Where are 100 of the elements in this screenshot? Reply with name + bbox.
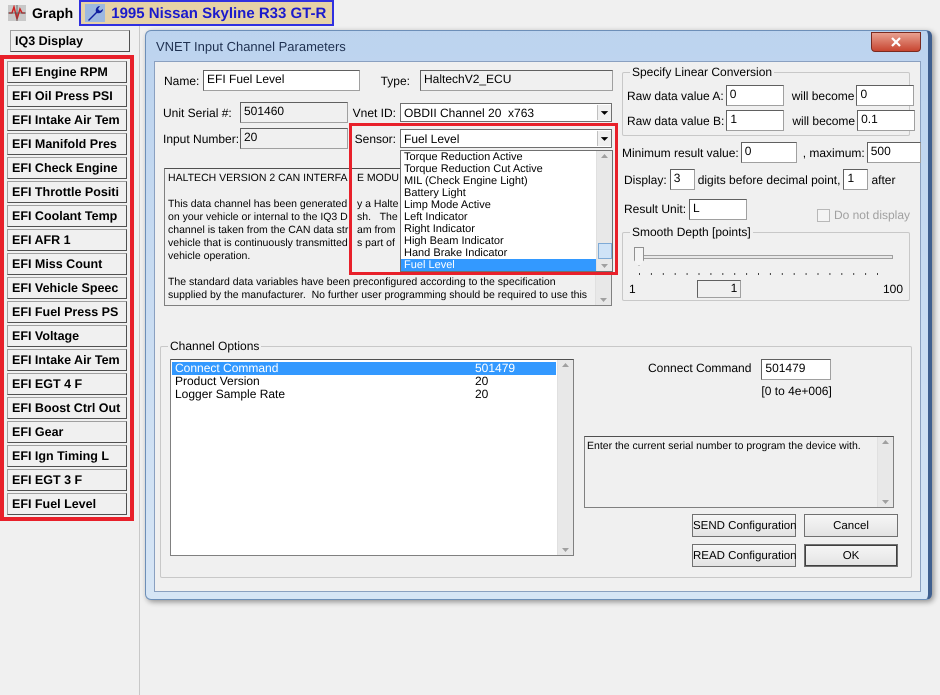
- type-field: HaltechV2_ECU: [420, 70, 613, 91]
- channel-button[interactable]: EFI Engine RPM: [7, 61, 127, 83]
- description-text: supplied by the manufacturer. No further user programming should be required to use this: [168, 289, 588, 302]
- description-text: am from: [357, 224, 396, 237]
- arrow-down-icon[interactable]: [599, 297, 608, 303]
- send-configuration-button[interactable]: SEND Configuration: [692, 514, 796, 537]
- channel-button[interactable]: EFI Vehicle Speec: [7, 277, 127, 299]
- connect-command-field[interactable]: 501479: [761, 359, 832, 380]
- minimum-field[interactable]: 0: [740, 142, 797, 163]
- description-text: The standard data variables have been preconfigured according to the specification: [168, 276, 556, 289]
- channel-button[interactable]: EFI Manifold Pres: [7, 133, 127, 155]
- name-field[interactable]: EFI Fuel Level: [203, 70, 360, 91]
- option-value: 501479: [474, 362, 516, 375]
- serial-field: 501460: [240, 102, 348, 123]
- field-label: Display:: [624, 172, 667, 186]
- channel-button[interactable]: EFI Fuel Press PS: [7, 301, 127, 323]
- option-name: Logger Sample Rate: [174, 388, 286, 401]
- channel-button[interactable]: EFI Voltage: [7, 325, 127, 347]
- channel-button[interactable]: EFI Intake Air Tem: [7, 349, 127, 371]
- description-text: This data channel has been generated: [168, 198, 348, 211]
- option-value: 20: [474, 375, 490, 388]
- close-button[interactable]: [871, 32, 921, 52]
- description-text: sh. The: [357, 211, 398, 224]
- description-text: HALTECH VERSION 2 CAN INTERFA: [168, 172, 349, 185]
- slider-value-field: 1: [697, 280, 742, 298]
- description-text: s part of: [357, 237, 395, 250]
- description-text: channel is taken from the CAN data str: [168, 224, 349, 237]
- description-text: E MODU: [357, 172, 399, 185]
- wrench-icon: [85, 4, 106, 22]
- channel-button[interactable]: EFI Throttle Positi: [7, 181, 127, 203]
- field-label: , maximum:: [802, 146, 865, 160]
- digits-after-field[interactable]: 1: [843, 169, 868, 190]
- option-name: Product Version: [174, 375, 261, 388]
- arrow-up-icon[interactable]: [881, 439, 890, 445]
- field-label: digits before decimal point,: [698, 172, 840, 186]
- caret-icon: [597, 131, 611, 146]
- field-label: will become: [792, 114, 856, 128]
- raw-value-field[interactable]: 1: [726, 110, 784, 131]
- close-icon: [891, 37, 901, 47]
- channel-button[interactable]: EFI Miss Count: [7, 253, 127, 275]
- channel-button[interactable]: EFI EGT 4 F: [7, 373, 127, 395]
- field-label: Name:: [164, 74, 200, 88]
- channel-button[interactable]: EFI Check Engine: [7, 157, 127, 179]
- field-label: Raw data value A:: [627, 88, 724, 102]
- field-label: will become: [792, 88, 854, 102]
- channel-button[interactable]: EFI EGT 3 F: [7, 469, 127, 491]
- channel-button[interactable]: EFI Intake Air Tem: [7, 109, 127, 131]
- description-text: vehicle operation.: [168, 250, 250, 263]
- maximum-field[interactable]: 500: [866, 142, 921, 163]
- slider-thumb[interactable]: [634, 247, 644, 266]
- checkbox-label: Do not display: [834, 208, 910, 222]
- option-name: Connect Command: [174, 362, 280, 375]
- channel-button[interactable]: EFI Boost Ctrl Out: [7, 397, 127, 419]
- sensor-dropdown[interactable]: Fuel Level: [400, 129, 612, 148]
- window-title: VNET Input Channel Parameters: [155, 38, 346, 54]
- raw-value-field[interactable]: 0: [726, 85, 784, 106]
- description-text: on your vehicle or internal to the IQ3 D: [168, 211, 349, 224]
- input-number-field: 20: [240, 128, 348, 149]
- scrollbar[interactable]: [557, 360, 573, 555]
- arrow-up-icon[interactable]: [600, 153, 609, 159]
- channel-button[interactable]: EFI Gear: [7, 421, 127, 443]
- digits-before-field[interactable]: 3: [670, 169, 695, 190]
- channel-button[interactable]: EFI Fuel Level: [7, 493, 127, 515]
- result-value-field[interactable]: 0: [856, 85, 914, 106]
- field-label: Result Unit:: [624, 202, 686, 216]
- display-button[interactable]: IQ3 Display: [10, 30, 130, 52]
- ok-button[interactable]: OK: [804, 544, 898, 567]
- field-label: Unit Serial #:: [162, 106, 233, 120]
- arrow-down-icon[interactable]: [881, 499, 890, 505]
- arrow-down-icon[interactable]: [600, 263, 609, 269]
- scrollbar[interactable]: [877, 437, 893, 507]
- scrollbar-thumb[interactable]: [598, 243, 612, 259]
- help-text: Enter the current serial number to program the device with.: [586, 439, 862, 454]
- arrow-down-icon[interactable]: [561, 547, 570, 553]
- scale-label: 1: [629, 282, 636, 296]
- scrollbar[interactable]: [596, 151, 612, 271]
- group-title: Specify Linear Conversion: [630, 65, 774, 79]
- channel-button[interactable]: EFI Oil Press PSI: [7, 85, 127, 107]
- description-text: vehicle that is continuously transmitted: [168, 237, 349, 250]
- channel-button[interactable]: EFI Coolant Temp: [7, 205, 127, 227]
- channel-button[interactable]: EFI Ign Timing L: [7, 445, 127, 467]
- field-label: after: [871, 172, 896, 186]
- arrow-up-icon[interactable]: [561, 362, 570, 368]
- channel-button[interactable]: EFI AFR 1: [7, 229, 127, 251]
- field-label: Input Number:: [162, 132, 240, 146]
- vnet-dropdown[interactable]: OBDII Channel 20 x763: [400, 103, 612, 122]
- list-row[interactable]: Logger Sample Rate 20: [172, 388, 556, 401]
- group-title: Smooth Depth [points]: [630, 225, 753, 239]
- description-text: y a Halte: [357, 198, 398, 211]
- result-value-field[interactable]: 0.1: [857, 110, 916, 131]
- tab[interactable]: 1995 Nissan Skyline R33 GT-R: [79, 0, 334, 26]
- list-row[interactable]: Product Version 20: [172, 375, 556, 388]
- field-label: Raw data value B:: [627, 114, 724, 128]
- waveform-icon: [8, 5, 26, 21]
- unit-field[interactable]: L: [689, 198, 748, 220]
- read-configuration-button[interactable]: READ Configuration: [692, 544, 796, 567]
- option-value: 20: [474, 388, 490, 401]
- cancel-button[interactable]: Cancel: [804, 514, 898, 537]
- field-label: Connect Command: [648, 360, 752, 375]
- field-label: Vnet ID:: [352, 106, 396, 120]
